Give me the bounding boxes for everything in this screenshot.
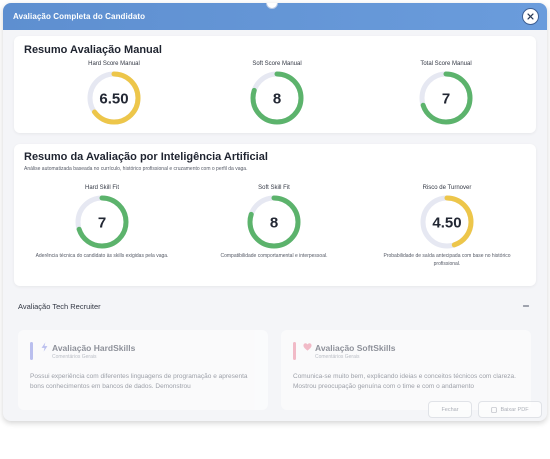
download-pdf-label: Baixar PDF	[500, 406, 529, 413]
metric-turnover-risk: Risco de Turnover 4.50 Probabilidade de …	[383, 185, 510, 268]
document-icon	[491, 406, 497, 413]
metric-label: Risco de Turnover	[422, 185, 472, 191]
score-gauge: 6.50	[87, 71, 141, 125]
modal-title: Avaliação Completa do Candidato	[13, 12, 146, 21]
ai-summary-title: Resumo da Avaliação por Inteligência Art…	[24, 151, 268, 163]
gauge-value: 7	[442, 91, 450, 108]
metric-total-score-manual: Total Score Manual 7	[386, 61, 506, 126]
softskills-comment: Comunica-se muito bem, explicando ideias…	[293, 373, 516, 391]
metric-soft-skill-fit: Soft Skill Fit 8 Compatibilidade comport…	[214, 185, 334, 261]
metric-label: Soft Skill Fit	[258, 185, 290, 191]
lightning-icon	[41, 342, 48, 352]
close-button[interactable]	[523, 9, 538, 24]
manual-summary-title: Resumo Avaliação Manual	[24, 44, 162, 56]
metric-label: Hard Score Manual	[88, 61, 140, 67]
metric-hard-skill-fit: Hard Skill Fit 7 Aderência técnica do ca…	[36, 185, 169, 261]
manual-summary-card: Resumo Avaliação Manual Hard Score Manua…	[14, 36, 536, 133]
gauge-value: 8	[273, 91, 281, 108]
header-notch	[266, 3, 278, 9]
heart-icon	[303, 343, 312, 351]
download-pdf-button[interactable]: Baixar PDF	[478, 401, 542, 418]
ai-summary-card: Resumo da Avaliação por Inteligência Art…	[14, 144, 536, 286]
metric-description: Aderência técnica do candidato às skills…	[35, 253, 169, 259]
gauge-value: 7	[98, 215, 106, 232]
softskills-subtitle: Comentários Gerais	[315, 354, 360, 360]
accent-bar	[30, 342, 33, 360]
hardskills-comment: Possui experiência com diferentes lingua…	[30, 373, 248, 391]
tech-recruiter-section-header[interactable]: Avaliação Tech Recruiter	[14, 296, 536, 316]
score-gauge: 7	[419, 71, 473, 125]
accent-bar	[293, 342, 296, 360]
score-gauge: 8	[250, 71, 304, 125]
collapse-icon[interactable]	[522, 302, 530, 310]
close-footer-label: Fechar	[441, 406, 459, 413]
gauge-value: 6.50	[99, 91, 128, 108]
metric-hard-score-manual: Hard Score Manual 6.50	[54, 61, 174, 126]
score-gauge: 7	[75, 195, 129, 249]
metric-label: Hard Skill Fit	[84, 185, 119, 191]
hardskills-evaluation-card: Avaliação HardSkills Comentários Gerais …	[18, 330, 268, 410]
ai-summary-subtitle: Análise automatizada baseada no currícul…	[24, 166, 248, 172]
softskills-evaluation-card: Avaliação SoftSkills Comentários Gerais …	[281, 330, 531, 410]
section-title: Avaliação Tech Recruiter	[18, 301, 101, 311]
hardskills-title: Avaliação HardSkills	[52, 343, 136, 353]
hardskills-subtitle: Comentários Gerais	[52, 354, 97, 360]
modal-header: Avaliação Completa do Candidato	[3, 3, 547, 30]
gauge-value: 4.50	[432, 215, 461, 232]
metric-description: Probabilidade de saída antecipada com ba…	[383, 253, 511, 267]
candidate-evaluation-modal: Avaliação Completa do Candidato Resumo A…	[3, 3, 547, 421]
metric-description: Compatibilidade comportamental e interpe…	[220, 253, 328, 259]
close-icon	[527, 13, 534, 20]
metric-label: Total Score Manual	[420, 61, 472, 67]
score-gauge: 4.50	[420, 195, 474, 249]
metric-label: Soft Score Manual	[252, 61, 302, 67]
softskills-title: Avaliação SoftSkills	[315, 343, 396, 353]
close-footer-button[interactable]: Fechar	[428, 401, 472, 418]
score-gauge: 8	[247, 195, 301, 249]
gauge-value: 8	[270, 215, 278, 232]
metric-soft-score-manual: Soft Score Manual 8	[217, 61, 337, 126]
